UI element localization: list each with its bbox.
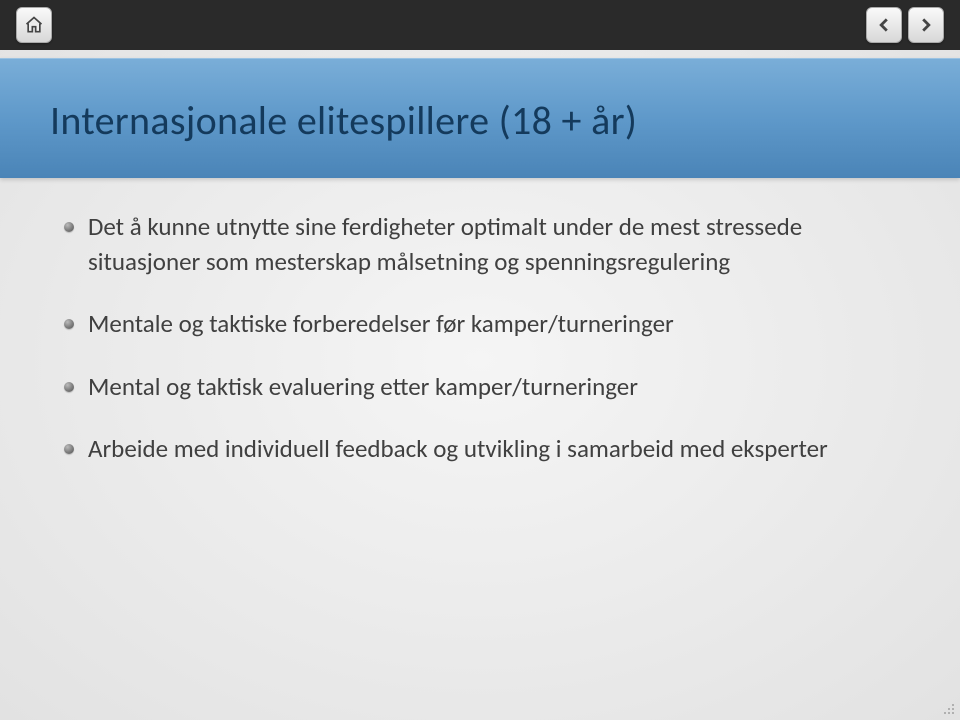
slide-title: Internasjonale elitespillere (18 + år) (50, 96, 637, 145)
prev-button[interactable] (866, 7, 902, 43)
slide-body: Det å kunne utnytte sine ferdigheter opt… (60, 210, 900, 495)
bullet-list: Det å kunne utnytte sine ferdigheter opt… (60, 210, 900, 467)
home-icon (24, 15, 44, 35)
list-item: Arbeide med individuell feedback og utvi… (60, 432, 900, 467)
list-item: Det å kunne utnytte sine ferdigheter opt… (60, 210, 900, 279)
top-toolbar (0, 0, 960, 50)
next-button[interactable] (908, 7, 944, 43)
home-button[interactable] (16, 7, 52, 43)
chevron-right-icon (919, 18, 933, 32)
list-item: Mental og taktisk evaluering etter kampe… (60, 370, 900, 405)
nav-group (866, 7, 944, 43)
list-item: Mentale og taktiske forberedelser før ka… (60, 307, 900, 342)
resize-handle-icon (938, 698, 954, 714)
chevron-left-icon (877, 18, 891, 32)
